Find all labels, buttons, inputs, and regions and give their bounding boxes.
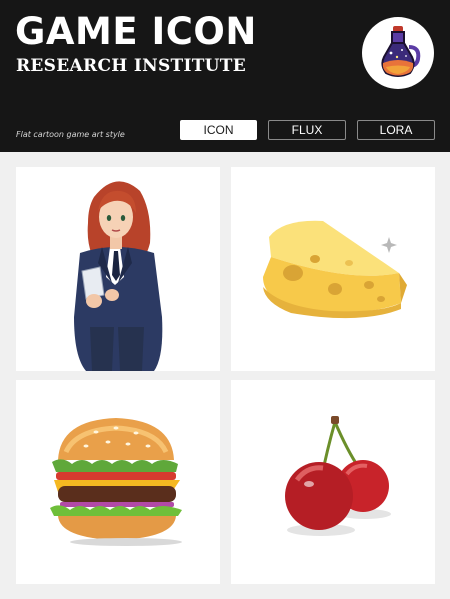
gallery-card-cheese[interactable] bbox=[231, 167, 435, 371]
app-header: GAME ICON RESEARCH INSTITUTE Flat cartoo… bbox=[0, 0, 450, 152]
model-tabs: ICON FLUX LORA bbox=[0, 120, 450, 142]
app-title: GAME ICON bbox=[15, 10, 257, 53]
cheese-wedge-icon bbox=[263, 220, 407, 319]
gallery-card-burger[interactable] bbox=[16, 380, 220, 584]
cherries-icon bbox=[285, 416, 391, 536]
potion-bottle-icon bbox=[362, 17, 434, 89]
app-subtitle: RESEARCH INSTITUTE bbox=[16, 56, 247, 76]
gallery-card-businesswoman[interactable] bbox=[16, 167, 220, 371]
tab-icon[interactable]: ICON bbox=[180, 120, 257, 140]
tab-flux[interactable]: FLUX bbox=[268, 120, 346, 140]
gallery-card-cherries[interactable] bbox=[231, 380, 435, 584]
burger-icon bbox=[50, 418, 182, 546]
tab-lora[interactable]: LORA bbox=[357, 120, 435, 140]
businesswoman-icon bbox=[74, 181, 163, 371]
